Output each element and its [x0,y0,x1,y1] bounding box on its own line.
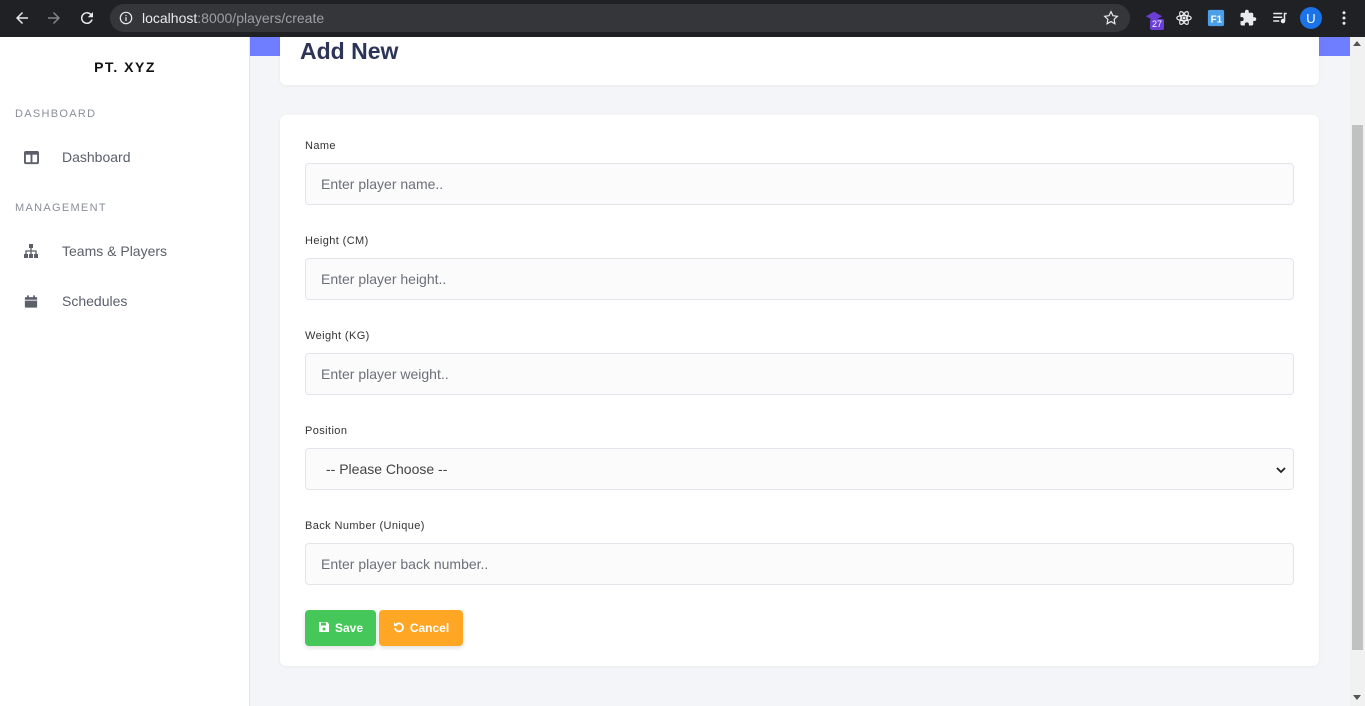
page-header: Add New [280,37,1319,85]
calendar-icon [23,293,39,309]
player-form: Name Height (CM) Weight (KG) Position --… [280,115,1319,666]
back-number-input[interactable] [305,543,1294,585]
height-input[interactable] [305,258,1294,300]
sidebar: PT. XYZ DASHBOARD Dashboard MANAGEMENT T… [0,37,250,706]
position-select[interactable]: -- Please Choose -- [305,448,1294,490]
url-path: :8000/players/create [197,10,325,26]
scroll-up-arrow-icon[interactable] [1353,41,1361,46]
columns-icon [23,149,39,165]
save-icon [318,621,330,636]
sidebar-item-dashboard[interactable]: Dashboard [0,137,250,177]
sidebar-item-schedules[interactable]: Schedules [0,281,250,321]
info-icon[interactable] [119,11,133,25]
weight-input[interactable] [305,353,1294,395]
reload-icon[interactable] [76,7,98,29]
cancel-button-label: Cancel [409,621,450,635]
position-selected-value: -- Please Choose -- [326,461,448,477]
sidebar-item-teams-players[interactable]: Teams & Players [0,231,250,271]
page-scrollbar[interactable] [1350,37,1365,706]
header-accent-left [250,37,280,56]
save-button-label: Save [334,621,364,635]
address-bar[interactable]: localhost:8000/players/create [110,4,1130,32]
extensions-puzzle-icon[interactable] [1238,8,1258,28]
weight-label: Weight (KG) [305,330,370,342]
bookmark-star-icon[interactable] [1102,9,1120,27]
sidebar-item-label: Teams & Players [62,243,168,259]
media-queue-icon[interactable] [1270,8,1290,28]
url-text: localhost:8000/players/create [142,10,324,26]
extension-f1-label: F1 [1211,15,1223,26]
name-label: Name [305,140,336,152]
height-label: Height (CM) [305,235,369,247]
chevron-down-icon [1275,463,1287,475]
sidebar-item-label: Schedules [62,293,128,309]
extension-badge: 27 [1150,19,1165,30]
browser-toolbar: localhost:8000/players/create 27 F1 U [0,0,1365,37]
sidebar-item-label: Dashboard [62,149,131,165]
react-devtools-icon[interactable] [1174,8,1194,28]
forward-icon[interactable] [43,7,65,29]
extension-f1-icon[interactable]: F1 [1206,8,1226,28]
url-host: localhost [142,10,198,26]
profile-avatar[interactable]: U [1300,7,1322,29]
section-title-management: MANAGEMENT [15,202,107,214]
name-input[interactable] [305,163,1294,205]
scroll-down-arrow-icon[interactable] [1353,695,1361,700]
cancel-button[interactable]: Cancel [379,610,463,646]
save-button[interactable]: Save [305,610,376,646]
page-title: Add New [300,38,399,64]
position-label: Position [305,425,348,437]
brand-name[interactable]: PT. XYZ [0,59,250,75]
scroll-thumb[interactable] [1352,125,1363,650]
undo-icon [393,621,405,636]
back-icon[interactable] [11,7,33,29]
header-accent-right [1319,37,1350,56]
sitemap-icon [23,243,39,259]
browser-menu-icon[interactable] [1334,8,1354,28]
section-title-dashboard: DASHBOARD [15,108,97,120]
back-number-label: Back Number (Unique) [305,520,425,532]
